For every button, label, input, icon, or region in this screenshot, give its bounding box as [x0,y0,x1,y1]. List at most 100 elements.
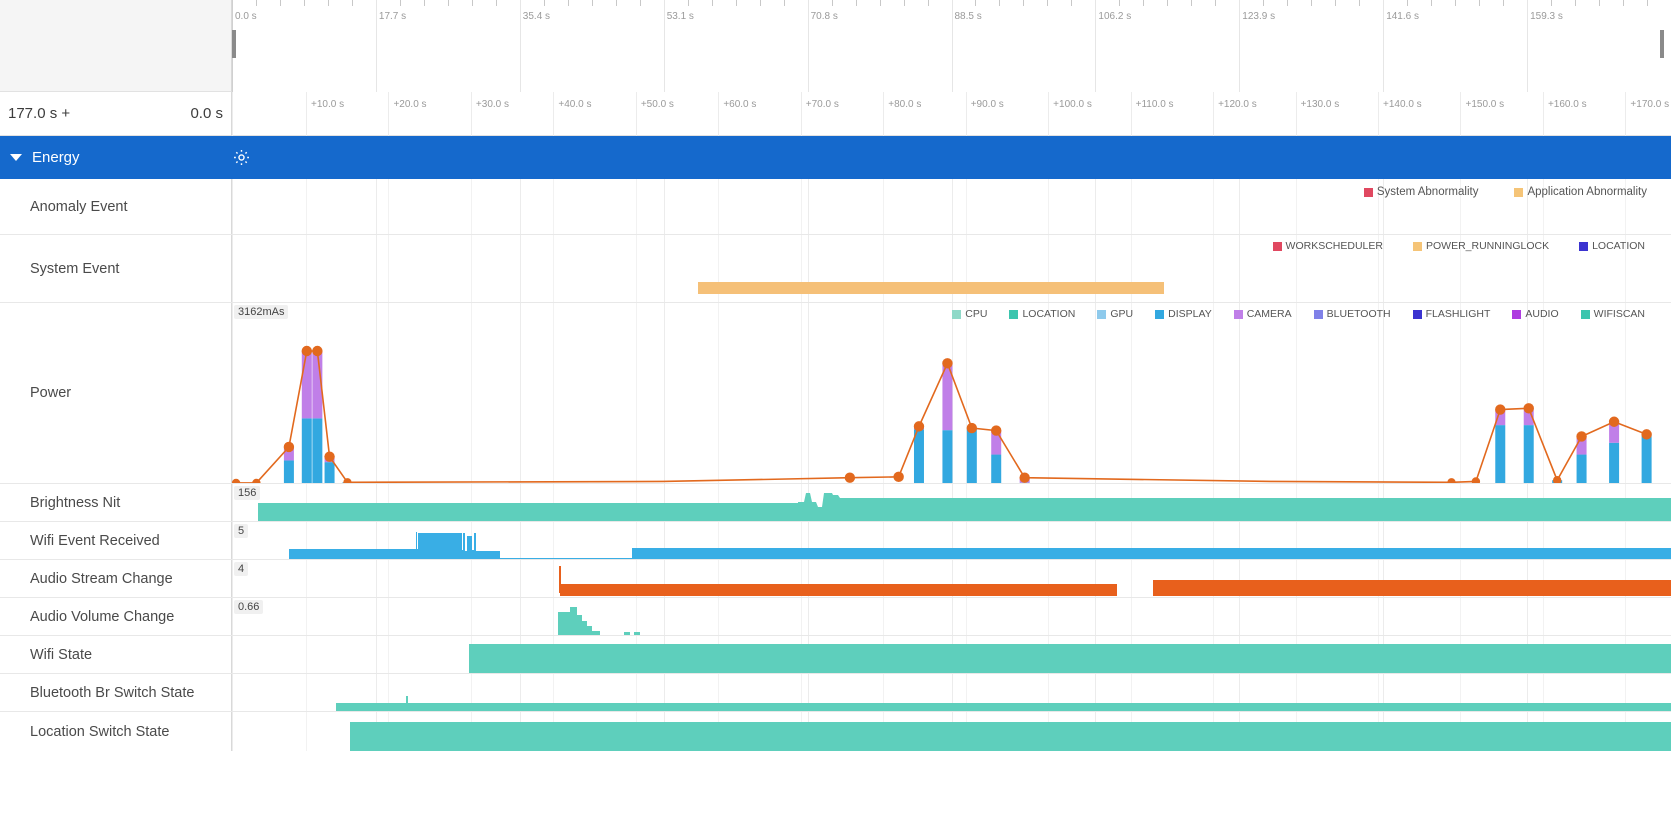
row-title: System Event [30,261,119,277]
ruler-tick [1119,0,1120,6]
track-gridline-minor [388,235,389,302]
power-data-point[interactable] [1553,476,1561,483]
power-data-point[interactable] [1524,403,1534,413]
offset-tick-label: +110.0 s [1136,99,1174,110]
playhead-right-handle[interactable] [1660,30,1664,58]
offset-ruler[interactable]: +10.0 s+20.0 s+30.0 s+40.0 s+50.0 s+60.0… [232,92,1671,136]
brightness-series [232,484,1671,521]
offset-ruler-cell: +140.0 s [1378,92,1460,136]
ruler-tick [1455,0,1456,6]
offset-ruler-cell: +50.0 s [636,92,718,136]
ruler-tick [1407,0,1408,6]
track-gridline-minor [306,179,307,234]
row-label-system-event: System Event [0,235,232,302]
track-gridline [376,636,377,673]
track-gridline [664,179,665,234]
row-audio-stream-change[interactable]: Audio Stream Change 4 [0,560,1671,598]
track-bluetooth-br-switch-state[interactable] [232,674,1671,711]
power-data-point[interactable] [232,479,240,483]
power-data-point[interactable] [1472,477,1480,483]
track-audio-volume-change[interactable]: 0.66 [232,598,1671,635]
row-power[interactable]: Power 3162mAs CPULOCATIONGPUDISPLAYCAMER… [0,303,1671,484]
ruler-tick [640,0,641,6]
track-system-event[interactable]: WORKSCHEDULER POWER_RUNNINGLOCK LOCATION [232,235,1671,302]
ruler-tick [1167,0,1168,6]
row-system-event[interactable]: System Event WORKSCHEDULER POWER_RUNNING… [0,235,1671,303]
offset-tick-label: +150.0 s [1465,99,1504,110]
legend-swatch [1514,188,1523,197]
bluetooth-state-series [232,674,1671,711]
ruler-tick [472,0,473,6]
track-wifi-event-received[interactable]: 5 [232,522,1671,559]
ruler-scale[interactable]: 0.0 s17.7 s35.4 s53.1 s70.8 s88.5 s106.2… [232,0,1671,92]
offset-ruler-cell: +130.0 s [1296,92,1378,136]
power-data-point[interactable] [893,472,903,482]
legend-anomaly-event: System Abnormality Application Abnormali… [1364,186,1647,198]
gear-icon[interactable] [232,148,251,167]
power-bar-segment [312,418,322,483]
power-data-point[interactable] [1495,404,1505,414]
row-anomaly-event[interactable]: Anomaly Event System Abnormality Applica… [0,179,1671,235]
row-label-wifi-state: Wifi State [0,636,232,673]
group-header-energy[interactable]: Energy [0,136,1671,179]
offset-ruler-cell: +40.0 s [553,92,635,136]
power-data-point[interactable] [1019,472,1029,482]
row-title: Brightness Nit [30,495,120,511]
ruler-tick [1479,0,1480,6]
power-data-point[interactable] [1447,478,1455,483]
power-data-point[interactable] [312,346,322,356]
power-bar-segment [942,430,952,483]
offset-tick-label: +10.0 s [311,99,344,110]
power-data-point[interactable] [302,346,312,356]
power-data-point[interactable] [324,451,334,461]
ruler-tick [616,0,617,6]
system-event-band[interactable] [698,282,1164,294]
power-data-point[interactable] [1576,431,1586,441]
power-data-point[interactable] [991,425,1001,435]
power-data-point[interactable] [845,472,855,482]
power-data-point[interactable] [942,358,952,368]
row-location-switch-state[interactable]: Location Switch State [0,712,1671,751]
range-readout: 177.0 s + 0.0 s [0,92,232,136]
track-audio-stream-change[interactable]: 4 [232,560,1671,597]
playhead-left-handle[interactable] [232,30,236,58]
power-data-point[interactable] [914,421,924,431]
power-total-line [236,351,1647,483]
ruler-tick [1023,0,1024,6]
track-wifi-state[interactable] [232,636,1671,673]
track-brightness-nit[interactable]: 156 [232,484,1671,521]
offset-ruler-cell: +100.0 s [1048,92,1130,136]
range-end-label: 0.0 s [190,105,223,122]
power-bar-segment [302,418,312,483]
track-gridline-minor [471,179,472,234]
row-brightness-nit[interactable]: Brightness Nit 156 [0,484,1671,522]
row-title: Audio Stream Change [30,571,173,587]
power-data-point[interactable] [1609,417,1619,427]
track-gridline-minor [1048,179,1049,234]
track-gridline-minor [1213,179,1214,234]
power-data-point[interactable] [1641,429,1651,439]
row-wifi-state[interactable]: Wifi State [0,636,1671,674]
row-bluetooth-br-switch-state[interactable]: Bluetooth Br Switch State [0,674,1671,712]
location-state-band[interactable] [350,722,1671,751]
ruler-tick [1215,0,1216,6]
ruler-tick [352,0,353,6]
power-bar-segment [1642,434,1652,483]
offset-ruler-cell: +60.0 s [718,92,800,136]
wifi-state-band[interactable] [469,644,1671,673]
power-data-point[interactable] [967,423,977,433]
caret-down-icon[interactable] [10,154,22,161]
ruler-tick [712,0,713,6]
track-anomaly-event[interactable]: System Abnormality Application Abnormali… [232,179,1671,234]
track-gridline [1095,179,1096,234]
timeline-app: 0.0 s17.7 s35.4 s53.1 s70.8 s88.5 s106.2… [0,0,1671,826]
ruler-tick [400,0,401,6]
track-power[interactable]: 3162mAs CPULOCATIONGPUDISPLAYCAMERABLUET… [232,303,1671,483]
ruler-tick-label: 17.7 s [376,11,406,22]
ruler-tick [1599,0,1600,6]
row-audio-volume-change[interactable]: Audio Volume Change 0.66 [0,598,1671,636]
legend-label: Application Abnormality [1527,186,1647,198]
power-data-point[interactable] [284,442,294,452]
track-location-switch-state[interactable] [232,712,1671,751]
row-wifi-event-received[interactable]: Wifi Event Received 5 [0,522,1671,560]
